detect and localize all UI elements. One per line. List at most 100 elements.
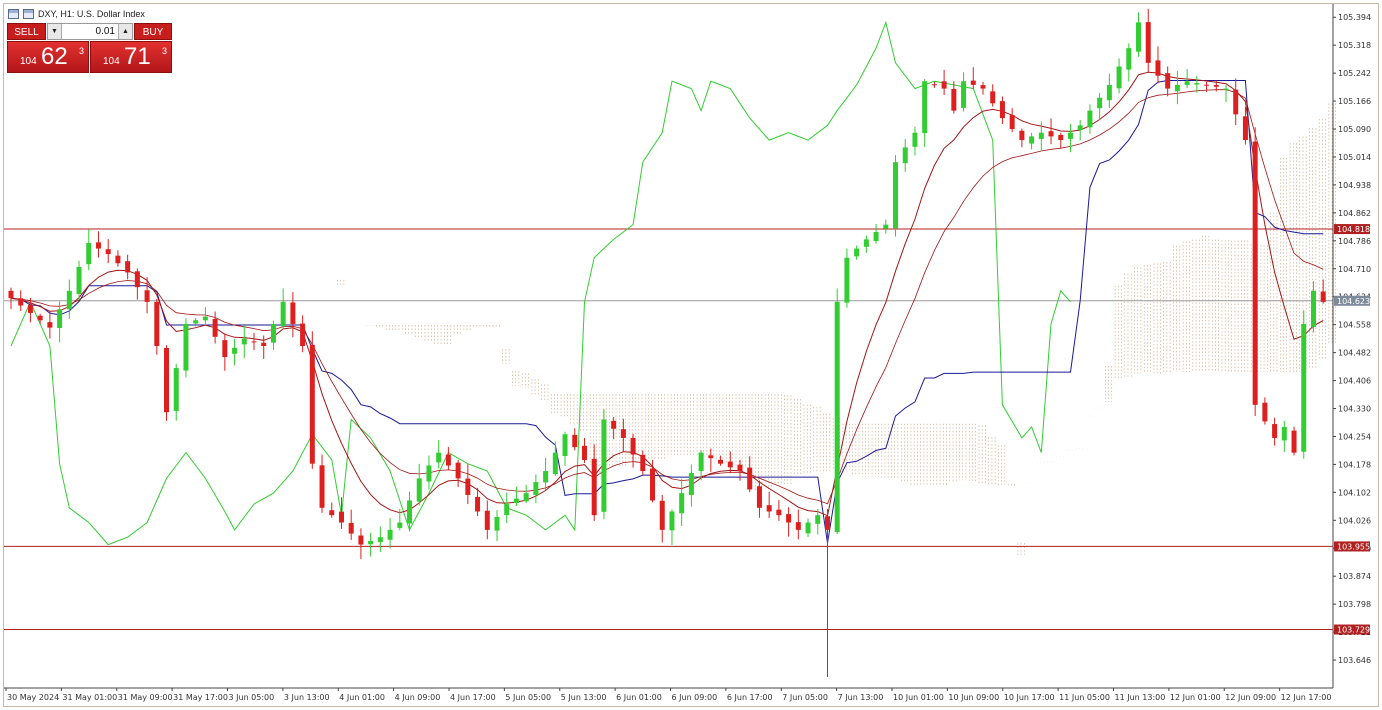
time-tick-label: 6 Jun 17:00 <box>727 693 773 702</box>
price-tick-label: 104.406 <box>1338 377 1371 386</box>
time-tick-label: 11 Jun 05:00 <box>1059 693 1110 702</box>
bear-candle <box>718 459 724 464</box>
level-price-label: 103.729 <box>1337 626 1370 635</box>
bull-candle <box>854 248 860 257</box>
bear-candle <box>47 322 53 328</box>
sell-price-button[interactable]: 104 62 3 <box>7 41 89 73</box>
time-tick-label: 6 Jun 09:00 <box>672 693 718 702</box>
bull-candle <box>523 493 529 502</box>
price-tick-label: 105.014 <box>1338 153 1371 162</box>
bear-candle <box>115 255 121 264</box>
time-tick-label: 6 Jun 01:00 <box>616 693 662 702</box>
time-tick-label: 31 May 01:00 <box>62 693 117 702</box>
price-tick-label: 104.482 <box>1338 349 1371 358</box>
bull-candle <box>241 338 247 345</box>
bull-candle <box>698 452 704 472</box>
bull-candle <box>397 522 403 528</box>
bear-candle <box>348 522 354 534</box>
bull-candle <box>270 323 276 343</box>
bear-candle <box>144 290 150 302</box>
bull-candle <box>407 500 413 524</box>
bear-candle <box>1058 134 1064 141</box>
buy-button[interactable]: BUY <box>134 23 172 40</box>
bear-candle <box>1204 84 1210 86</box>
bear-candle <box>951 88 957 111</box>
bear-candle <box>484 510 490 530</box>
bear-candle <box>970 80 976 85</box>
bull-candle <box>1029 136 1035 144</box>
buy-price-button[interactable]: 104 71 3 <box>90 41 172 73</box>
bear-candle <box>1242 116 1248 141</box>
price-chart[interactable]: 105.394 105.318 105.242 105.166 105.090 105.0… <box>0 0 1382 710</box>
time-tick-label: 11 Jun 13:00 <box>1115 693 1166 702</box>
bull-candle <box>552 452 558 475</box>
sell-price-sup: 3 <box>79 46 85 56</box>
bear-candle <box>591 458 597 516</box>
bull-candle <box>1301 323 1307 452</box>
time-tick-label: 5 Jun 05:00 <box>505 693 551 702</box>
buy-price-big: 104 <box>103 56 120 67</box>
bear-candle <box>1291 430 1297 453</box>
bull-candle <box>1106 84 1112 101</box>
bull-candle <box>669 511 675 531</box>
time-tick-label: 10 Jun 09:00 <box>948 693 999 702</box>
bear-candle <box>727 461 733 468</box>
time-tick-label: 10 Jun 01:00 <box>893 693 944 702</box>
bull-candle <box>922 81 928 134</box>
bear-candle <box>300 323 306 346</box>
lot-value[interactable]: 0.01 <box>96 26 115 37</box>
bear-candle <box>756 486 762 508</box>
bull-candle <box>863 239 869 247</box>
moving-average-slow-line <box>10 89 1324 505</box>
bear-candle <box>1262 402 1268 422</box>
time-tick-label: 4 Jun 01:00 <box>339 693 385 702</box>
level-price-label: 104.818 <box>1337 225 1370 234</box>
sell-button[interactable]: SELL <box>7 23 46 40</box>
bear-candle <box>319 465 325 508</box>
bull-candle <box>688 472 694 496</box>
time-tick-label: 31 May 09:00 <box>118 693 173 702</box>
bull-candle <box>883 224 889 229</box>
bear-candle <box>1155 60 1161 76</box>
bear-candle <box>980 85 986 89</box>
lot-increase-icon[interactable]: ▲ <box>118 24 132 39</box>
bull-candle <box>893 162 899 229</box>
bull-candle <box>202 316 208 321</box>
bull-candle <box>1097 97 1103 109</box>
bull-candle <box>601 419 607 512</box>
bull-candle <box>57 309 63 329</box>
moving-average-fast-line <box>10 71 1324 517</box>
chart-title: DXY, H1: U.S. Dollar Index <box>38 9 145 19</box>
bull-candle <box>280 301 286 327</box>
bear-candle <box>261 342 267 346</box>
bear-candle <box>134 271 140 288</box>
bear-candle <box>8 290 14 299</box>
lot-size-field[interactable]: ▼ 0.01 ▲ <box>47 23 133 40</box>
chart-title-bar: DXY, H1: U.S. Dollar Index <box>8 7 145 21</box>
price-tick-label: 104.862 <box>1338 209 1371 218</box>
bear-candle <box>990 91 996 104</box>
bull-candle <box>1136 22 1142 52</box>
time-tick-label: 4 Jun 09:00 <box>395 693 441 702</box>
bear-candle <box>650 468 656 501</box>
bear-candle <box>786 514 792 523</box>
bear-candle <box>659 500 665 530</box>
sell-price-main: 62 <box>41 43 68 70</box>
bull-candle <box>873 232 879 242</box>
bear-candle <box>931 84 937 86</box>
bear-candle <box>1233 89 1239 115</box>
bull-candle <box>543 471 549 483</box>
bear-candle <box>776 509 782 516</box>
bull-candle <box>387 529 393 540</box>
bull-candle <box>834 301 840 532</box>
bull-candle <box>76 266 82 294</box>
bear-candle <box>105 249 111 255</box>
chikou-span-line <box>10 20 1071 546</box>
lot-decrease-icon[interactable]: ▼ <box>48 24 62 39</box>
bear-candle <box>1213 84 1219 87</box>
bull-candle <box>533 482 539 496</box>
time-tick-label: 12 Jun 17:00 <box>1281 693 1332 702</box>
bear-candle <box>455 462 461 479</box>
bear-candle <box>1019 130 1025 141</box>
one-click-trade-panel: SELL ▼ 0.01 ▲ BUY 104 62 3 104 71 3 <box>7 23 172 73</box>
